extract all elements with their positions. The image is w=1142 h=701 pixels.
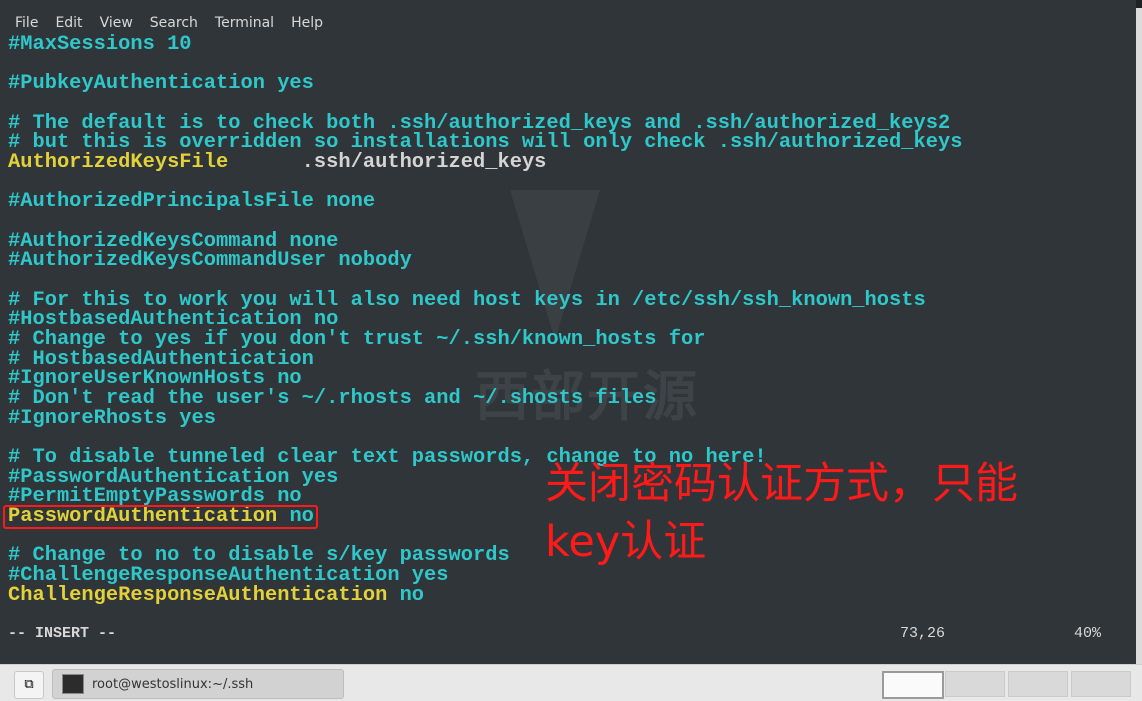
terminal-text: #IgnoreRhosts yes (8, 406, 217, 430)
terminal-line: #IgnoreRhosts yes (8, 406, 962, 430)
workspace-4[interactable] (1071, 671, 1131, 697)
workspace-1[interactable] (882, 671, 944, 699)
terminal-text: #AuthorizedPrincipalsFile none (8, 190, 376, 214)
cursor-position: 73,26 (900, 625, 946, 642)
terminal-text: AuthorizedKeysFile (8, 151, 229, 175)
menu-file[interactable]: File (15, 15, 38, 31)
show-desktop-button[interactable]: ⧉ (14, 671, 44, 699)
vim-mode: -- INSERT -- (8, 625, 117, 642)
scroll-percent: 40% (1074, 625, 1102, 642)
terminal-text: no (387, 583, 425, 607)
terminal-window: 西部开源 File Edit View Search Terminal Help… (0, 0, 1136, 664)
highlight-box (3, 505, 318, 529)
terminal-text: #MaxSessions 10 (8, 33, 192, 56)
workspace-3[interactable] (1008, 671, 1068, 697)
taskbar-item-terminal[interactable]: root@westoslinux:~/.ssh (52, 669, 344, 699)
annotation-line-1: 关闭密码认证方式，只能 (545, 459, 1018, 509)
terminal-text: #AuthorizedKeysCommandUser nobody (8, 249, 412, 273)
show-desktop-icon: ⧉ (24, 677, 34, 692)
terminal-line: ChallengeResponseAuthentication no (8, 583, 962, 607)
workspace-2[interactable] (945, 671, 1005, 697)
menu-search[interactable]: Search (150, 15, 198, 31)
menu-view[interactable]: View (100, 15, 133, 31)
taskbar: ⧉ root@westoslinux:~/.ssh (0, 664, 1142, 701)
taskbar-item-label: root@westoslinux:~/.ssh (92, 676, 254, 692)
terminal-line: AuthorizedKeysFile .ssh/authorized_keys (8, 151, 962, 175)
menu-terminal[interactable]: Terminal (215, 15, 274, 31)
annotation-line-2: key认证 (545, 517, 707, 567)
terminal-line: #MaxSessions 10 (8, 33, 962, 56)
terminal-icon (62, 674, 84, 694)
terminal-text: .ssh/authorized_keys (228, 151, 547, 175)
terminal-text: ChallengeResponseAuthentication (8, 583, 388, 607)
scrollbar[interactable] (1136, 8, 1142, 664)
terminal-line: #AuthorizedPrincipalsFile none (8, 192, 962, 212)
terminal-line: #AuthorizedKeysCommandUser nobody (8, 251, 962, 271)
terminal-text: #PubkeyAuthentication yes (8, 72, 314, 96)
annotation: 关闭密码认证方式，只能 key认证 (545, 455, 1018, 571)
terminal-line: #PubkeyAuthentication yes (8, 74, 962, 94)
menu-help[interactable]: Help (291, 15, 323, 31)
menu-edit[interactable]: Edit (55, 15, 82, 31)
